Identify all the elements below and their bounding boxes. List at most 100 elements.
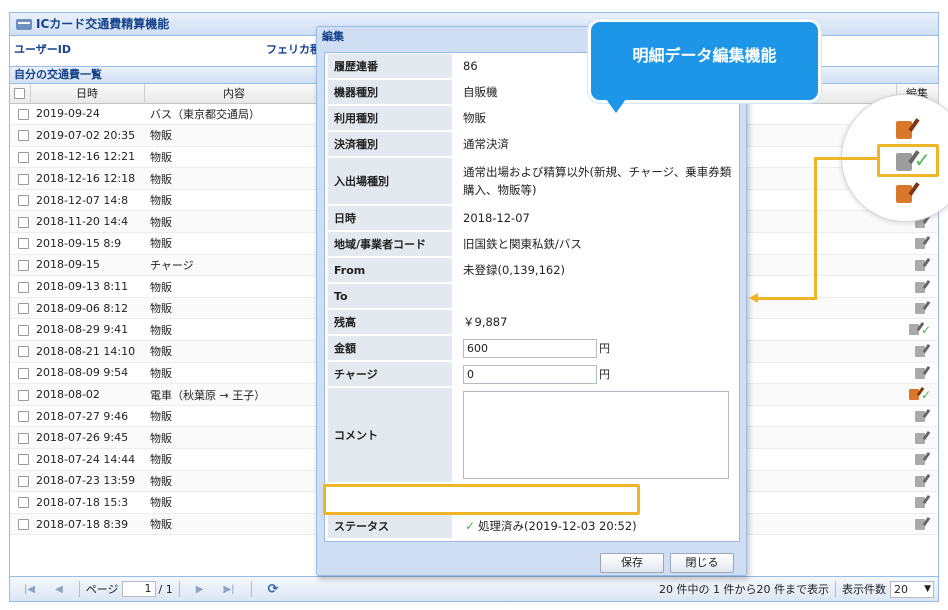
next-page-icon[interactable]: ▶ — [196, 584, 204, 595]
pencil-edit-icon[interactable] — [915, 432, 925, 444]
row-select-cell[interactable] — [10, 340, 30, 363]
prev-page-icon[interactable]: ◀ — [55, 584, 63, 595]
page-number-input[interactable]: 1 — [121, 581, 156, 597]
charge-input[interactable]: 0 — [463, 364, 597, 384]
pencil-edit-icon[interactable] — [908, 324, 919, 336]
row-checkbox[interactable] — [17, 389, 29, 401]
row-checkbox[interactable] — [17, 475, 29, 487]
row-edit-cell[interactable] — [896, 232, 938, 255]
select-all-header[interactable] — [10, 84, 31, 104]
pencil-edit-icon[interactable] — [915, 303, 925, 315]
row-checkbox[interactable] — [17, 173, 29, 185]
row-checkbox[interactable] — [17, 281, 29, 293]
select-all-checkbox[interactable] — [14, 88, 26, 100]
row-select-cell[interactable] — [10, 405, 30, 428]
row-select-cell[interactable] — [10, 470, 30, 493]
row-edit-cell[interactable] — [896, 426, 938, 449]
row-select-cell[interactable] — [10, 146, 30, 169]
column-header-date[interactable]: 日時 — [30, 84, 145, 104]
field-value-wrap — [452, 387, 741, 483]
pencil-edit-icon — [896, 121, 912, 139]
field-label: ステータス — [328, 514, 452, 538]
field-label: 金額 — [328, 336, 452, 360]
field-charge: チャージ 0 円 — [325, 361, 741, 387]
row-edit-cell[interactable] — [896, 362, 938, 385]
comment-textarea[interactable] — [463, 391, 729, 479]
row-select-cell[interactable] — [10, 297, 30, 320]
first-page-icon[interactable]: |◀ — [24, 584, 35, 595]
per-page-select[interactable]: 20 ▼ — [890, 580, 934, 598]
amount-input[interactable]: 600 — [463, 338, 597, 358]
app-title: ICカード交通費精算機能 — [36, 17, 170, 31]
row-edit-cell[interactable] — [896, 491, 938, 514]
row-select-cell[interactable] — [10, 383, 30, 406]
row-edit-cell[interactable] — [896, 275, 938, 298]
row-checkbox[interactable] — [17, 151, 29, 163]
row-edit-cell[interactable]: ✓ — [896, 318, 938, 342]
row-checkbox[interactable] — [17, 324, 29, 336]
row-edit-cell[interactable]: ✓ — [896, 383, 938, 406]
row-edit-cell[interactable] — [896, 513, 938, 536]
save-button[interactable]: 保存 — [600, 553, 664, 573]
dialog-buttons: 保存 閉じる — [600, 553, 734, 573]
row-checkbox[interactable] — [17, 432, 29, 444]
row-select-cell[interactable] — [10, 513, 30, 536]
pencil-edit-icon[interactable] — [915, 259, 925, 271]
row-checkbox[interactable] — [17, 519, 29, 531]
row-select-cell[interactable] — [10, 254, 30, 277]
column-header-content[interactable]: 内容 — [144, 84, 325, 104]
pencil-edit-icon[interactable] — [915, 454, 925, 466]
row-checkbox[interactable] — [17, 411, 29, 423]
row-select-cell[interactable] — [10, 275, 30, 298]
row-checkbox[interactable] — [17, 108, 29, 120]
row-select-cell[interactable] — [10, 103, 30, 126]
row-checkbox[interactable] — [17, 303, 29, 315]
row-checkbox[interactable] — [17, 130, 29, 142]
row-select-cell[interactable] — [10, 210, 30, 234]
pencil-edit-icon[interactable] — [915, 475, 925, 487]
pencil-edit-icon[interactable] — [915, 497, 925, 509]
row-checkbox[interactable] — [17, 454, 29, 466]
edit-form: 履歴連番 86 機器種別 自販機 利用種別 物販 決済種別 通常決済 入出場種別… — [324, 52, 740, 542]
row-select-cell[interactable] — [10, 426, 30, 449]
field-label: 機器種別 — [328, 80, 452, 104]
row-edit-cell[interactable] — [896, 448, 938, 471]
pencil-edit-icon[interactable] — [915, 367, 925, 379]
row-content: 物販 — [144, 362, 324, 385]
row-edit-cell[interactable] — [896, 470, 938, 493]
row-checkbox[interactable] — [17, 367, 29, 379]
close-button[interactable]: 閉じる — [670, 553, 734, 573]
refresh-icon[interactable]: ⟳ — [268, 582, 279, 597]
row-select-cell[interactable] — [10, 167, 30, 190]
pencil-edit-icon[interactable] — [915, 346, 925, 358]
row-checkbox[interactable] — [17, 238, 29, 250]
row-edit-cell[interactable] — [896, 297, 938, 320]
row-select-cell[interactable] — [10, 362, 30, 385]
row-checkbox[interactable] — [17, 497, 29, 509]
row-select-cell[interactable] — [10, 232, 30, 255]
connector-line — [814, 157, 817, 299]
field-amount: 金額 600 円 — [325, 335, 741, 361]
user-id-label: ユーザーID — [14, 43, 72, 56]
row-select-cell[interactable] — [10, 318, 30, 342]
row-checkbox[interactable] — [17, 216, 29, 228]
row-checkbox[interactable] — [17, 346, 29, 358]
pencil-edit-icon[interactable] — [915, 411, 925, 423]
row-checkbox[interactable] — [17, 259, 29, 271]
row-select-cell[interactable] — [10, 491, 30, 514]
row-checkbox[interactable] — [17, 195, 29, 207]
pencil-edit-icon[interactable] — [915, 238, 925, 250]
row-edit-cell[interactable] — [896, 254, 938, 277]
pencil-edit-icon[interactable] — [908, 389, 919, 401]
row-edit-cell[interactable] — [896, 405, 938, 428]
row-select-cell[interactable] — [10, 124, 30, 147]
row-edit-cell[interactable] — [896, 340, 938, 363]
pencil-edit-icon[interactable] — [915, 281, 925, 293]
row-select-cell[interactable] — [10, 189, 30, 212]
last-page-icon[interactable]: ▶| — [223, 584, 234, 595]
pencil-edit-icon[interactable] — [915, 519, 925, 531]
field-label: チャージ — [328, 362, 452, 386]
row-date: 2018-07-26 9:45 — [30, 426, 144, 449]
row-select-cell[interactable] — [10, 448, 30, 471]
field-value: 物販 — [463, 111, 486, 125]
